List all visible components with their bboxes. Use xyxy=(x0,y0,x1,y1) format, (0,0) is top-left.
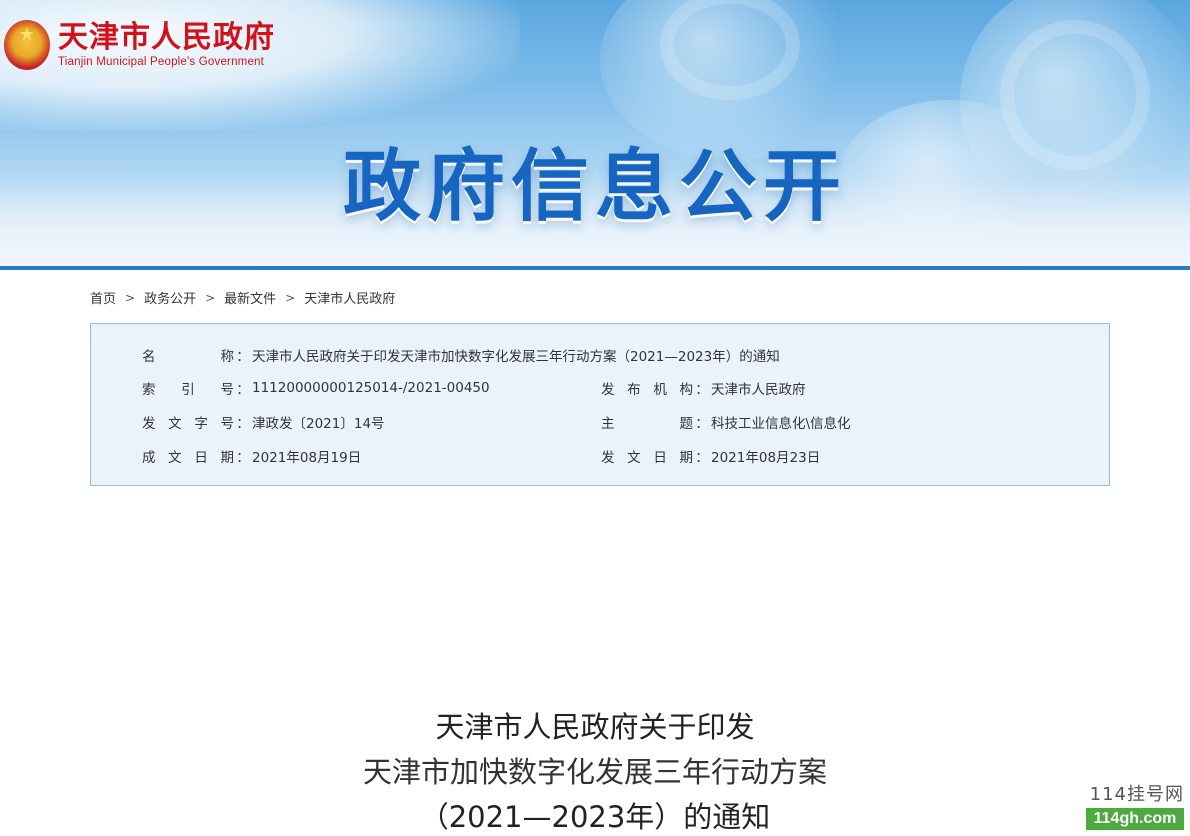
national-emblem-icon xyxy=(4,20,50,70)
meta-subject-value: 科技工业信息化\信息化 xyxy=(711,416,851,432)
site-name-cn: 天津市人民政府 xyxy=(58,20,275,55)
meta-index-value: 11120000000125014-/2021-00450 xyxy=(252,380,490,396)
meta-row-index: 索引号 ： 11120000000125014-/2021-00450 发布机构… xyxy=(142,380,806,398)
meta-issuer-label: 发布机构 xyxy=(601,382,693,398)
breadcrumb-tianjin-gov[interactable]: 天津市人民政府 xyxy=(304,288,395,307)
meta-published-value: 2021年08月23日 xyxy=(711,450,821,466)
breadcrumb-separator: > xyxy=(285,290,296,305)
meta-created-label: 成文日期 xyxy=(142,450,234,466)
meta-published-label: 发文日期 xyxy=(601,450,693,466)
meta-row-dates: 成文日期 ： 2021年08月19日 发文日期 ： 2021年08月23日 xyxy=(91,446,1109,466)
watermark: 114挂号网 114gh.com xyxy=(1086,784,1184,830)
site-logo[interactable]: 天津市人民政府 Tianjin Municipal People's Gover… xyxy=(4,20,275,70)
document-title-line3: （2021—2023年）的通知 xyxy=(419,800,771,834)
meta-row-docno: 发文字号 ： 津政发〔2021〕14号 主题 ： 科技工业信息化\信息化 xyxy=(91,412,1109,432)
meta-docno-label: 发文字号 xyxy=(142,416,234,432)
banner-title: 政府信息公开 xyxy=(342,142,847,232)
document-title-line1: 天津市人民政府关于印发 xyxy=(435,710,755,744)
meta-subject-label: 主题 xyxy=(601,416,693,432)
document-title: 天津市人民政府关于印发 天津市加快数字化发展三年行动方案 （2021—2023年… xyxy=(0,705,1190,836)
meta-docno-value: 津政发〔2021〕14号 xyxy=(252,416,385,432)
meta-index-label: 索引号 xyxy=(142,382,234,398)
site-name-en: Tianjin Municipal People's Government xyxy=(58,56,265,68)
watermark-bottom: 114gh.com xyxy=(1086,808,1184,830)
meta-row-name: 名称 ： 天津市人民政府关于印发天津市加快数字化发展三年行动方案（2021—20… xyxy=(91,345,1109,365)
breadcrumb-separator: > xyxy=(205,290,216,305)
watermark-top: 114挂号网 xyxy=(1089,784,1184,805)
breadcrumb-home[interactable]: 首页 xyxy=(90,288,116,307)
breadcrumb-public-affairs[interactable]: 政务公开 xyxy=(144,288,196,307)
breadcrumb: 首页 > 政务公开 > 最新文件 > 天津市人民政府 xyxy=(90,288,395,308)
breadcrumb-separator: > xyxy=(125,290,136,305)
breadcrumb-latest-files[interactable]: 最新文件 xyxy=(224,288,276,307)
meta-created-value: 2021年08月19日 xyxy=(252,450,362,466)
header-banner: 天津市人民政府 Tianjin Municipal People's Gover… xyxy=(0,0,1190,270)
document-metadata-panel: 名称 ： 天津市人民政府关于印发天津市加快数字化发展三年行动方案（2021—20… xyxy=(90,323,1110,486)
meta-issuer-value: 天津市人民政府 xyxy=(711,382,806,398)
meta-name-label: 名称 xyxy=(142,349,234,365)
banner-divider xyxy=(0,266,1190,270)
meta-name-value: 天津市人民政府关于印发天津市加快数字化发展三年行动方案（2021—2023年）的… xyxy=(252,349,780,365)
document-title-line2: 天津市加快数字化发展三年行动方案 xyxy=(362,755,827,789)
